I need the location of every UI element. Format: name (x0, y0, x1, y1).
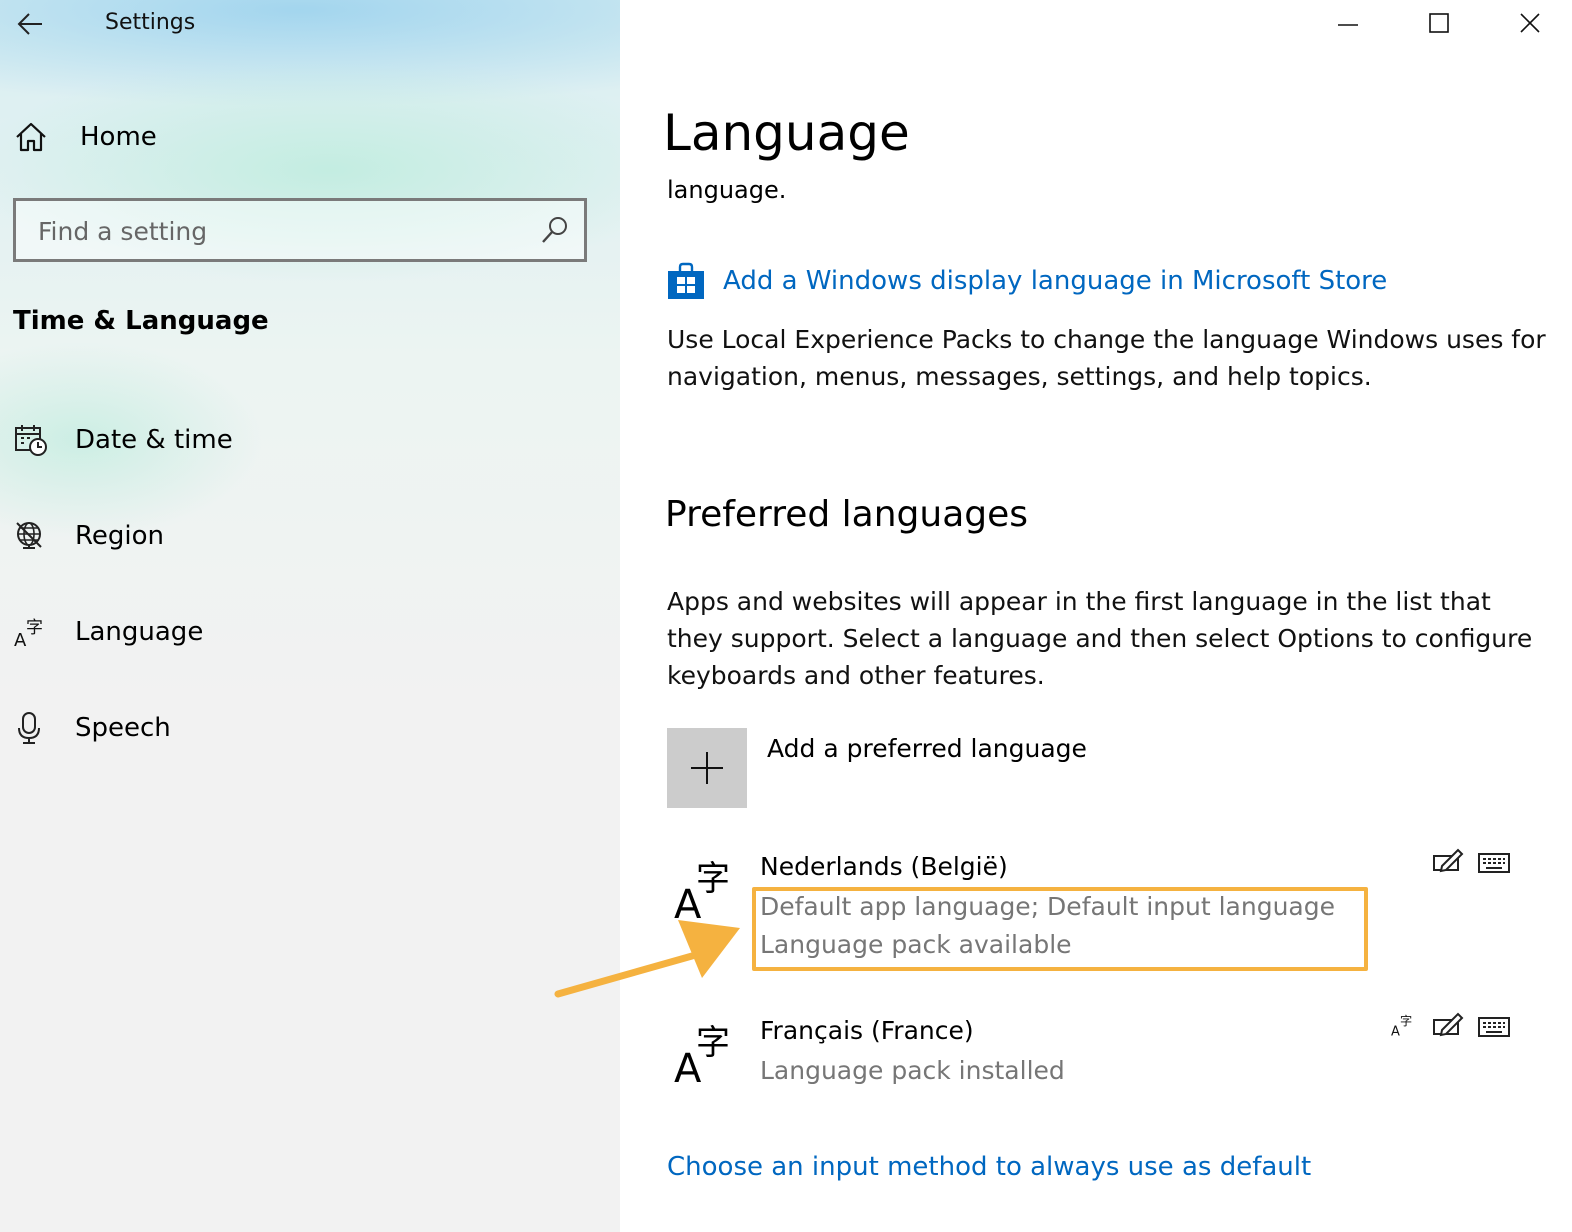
svg-text:字: 字 (1400, 1013, 1412, 1028)
language-name: Nederlands (België) (760, 852, 1008, 881)
svg-text:A: A (1391, 1025, 1400, 1038)
preferred-languages-description: Apps and websites will appear in the fir… (667, 587, 1533, 690)
svg-text:字: 字 (696, 859, 730, 899)
store-link-label[interactable]: Add a Windows display language in Micros… (723, 266, 1387, 296)
window-title: Settings (105, 10, 196, 35)
sidebar-item-label: Speech (75, 713, 171, 743)
page-title: Language (663, 104, 910, 162)
plus-icon (691, 752, 723, 784)
sidebar-item-label: Region (75, 521, 165, 551)
sidebar-item-region[interactable]: Region (14, 511, 594, 561)
home-label: Home (80, 122, 157, 152)
input-method-link[interactable]: Choose an input method to always use as … (667, 1152, 1311, 1182)
sidebar-item-label: Language (75, 617, 204, 647)
display-language-icon: A 字 (1391, 1013, 1412, 1038)
globe-icon (16, 522, 42, 549)
minimize-icon[interactable] (1328, 8, 1368, 42)
keyboard-icon (1478, 1017, 1510, 1037)
annotation-arrow-icon (554, 920, 740, 998)
close-icon[interactable] (1510, 8, 1550, 42)
language-name: Français (France) (760, 1016, 974, 1045)
language-pack-status: Language pack installed (760, 1056, 1065, 1085)
store-description: Use Local Experience Packs to change the… (667, 325, 1546, 391)
highlight-box (752, 887, 1368, 971)
section-title: Time & Language (13, 306, 269, 336)
search-icon[interactable] (540, 215, 570, 245)
handwriting-icon (1433, 1012, 1464, 1037)
add-language-button[interactable] (667, 728, 747, 808)
svg-text:字: 字 (696, 1023, 730, 1063)
search-box[interactable] (13, 198, 587, 262)
calendar-clock-icon (15, 425, 47, 456)
add-language-label[interactable]: Add a preferred language (767, 734, 1087, 763)
preferred-languages-heading: Preferred languages (665, 494, 1029, 535)
store-link[interactable]: Add a Windows display language in Micros… (667, 262, 1387, 300)
language-glyph-icon: A 字 (674, 1023, 730, 1088)
home-nav[interactable]: Home (14, 115, 574, 159)
sidebar-item-date-time[interactable]: Date & time (14, 415, 594, 465)
keyboard-icon (1478, 853, 1510, 873)
handwriting-icon (1433, 848, 1464, 873)
subtitle-fragment: language. (667, 176, 787, 204)
microsoft-store-icon (668, 262, 704, 299)
back-arrow-icon[interactable] (16, 10, 44, 38)
home-icon (16, 122, 46, 152)
sidebar-item-label: Date & time (75, 425, 233, 455)
microphone-icon (18, 712, 40, 744)
language-icon: A 字 (14, 618, 43, 649)
svg-text:字: 字 (26, 618, 43, 638)
sidebar-item-speech[interactable]: Speech (14, 703, 594, 753)
search-input[interactable] (16, 201, 540, 261)
maximize-icon[interactable] (1419, 8, 1459, 42)
sidebar-item-language[interactable]: A 字 Language (14, 607, 594, 657)
